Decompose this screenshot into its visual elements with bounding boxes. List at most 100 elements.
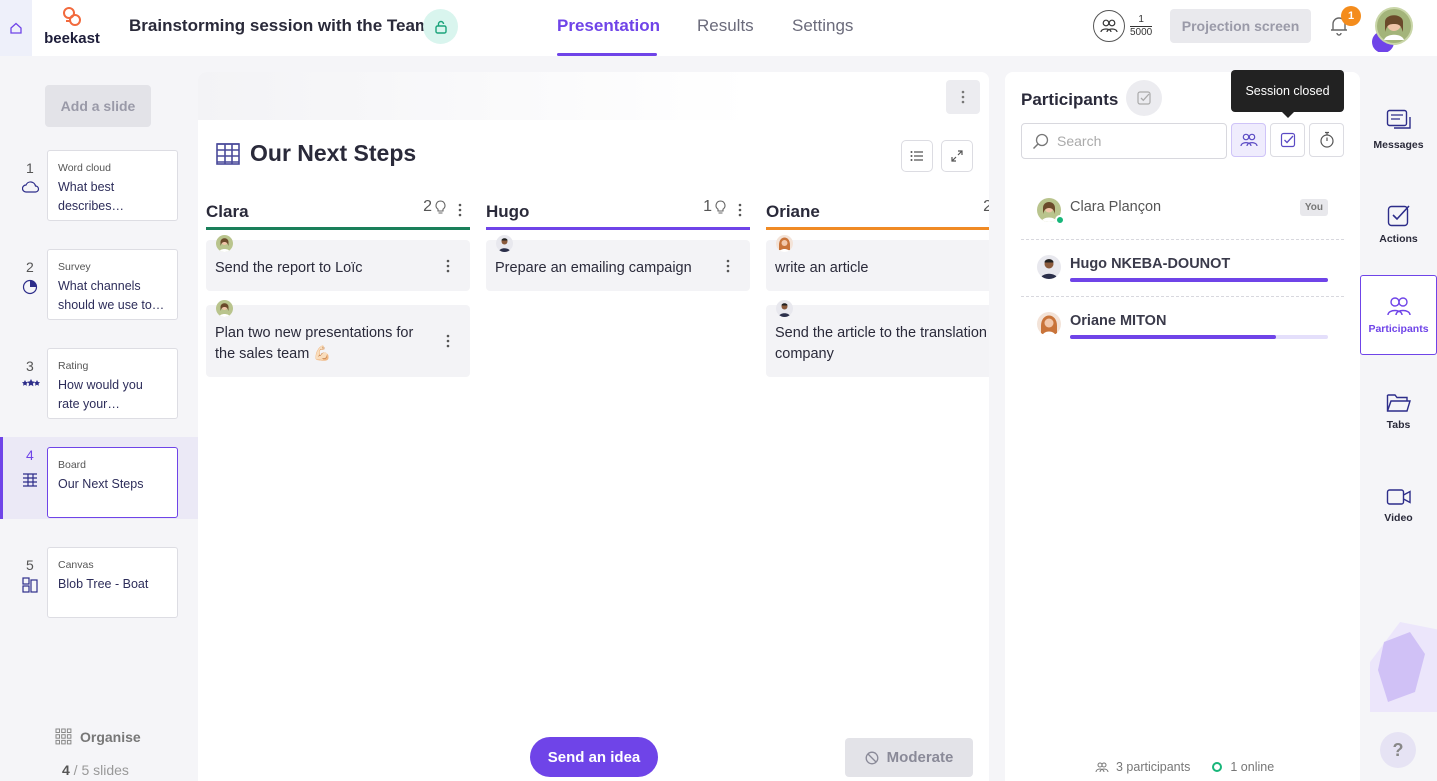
rail-actions[interactable]: Actions [1360,184,1437,264]
slide-item-3[interactable]: 3 Rating How would you rate your Beekast… [0,348,198,420]
participant-row[interactable]: Oriane MITON [1021,297,1344,354]
list-view-button[interactable] [901,140,933,172]
participant-row[interactable]: Clara Plançon You [1021,183,1344,240]
top-bar: beekast Brainstorming session with the T… [0,0,1437,56]
slide-type: Canvas [58,559,94,571]
idea-text: Send the article to the translation comp… [775,325,987,362]
idea-menu-button[interactable] [726,259,730,273]
participant-avatar [1037,312,1061,336]
search-input[interactable] [1057,133,1207,149]
participant-name: Hugo NKEBA-DOUNOT [1070,256,1231,272]
slide-title: What best describes Beekas… [58,180,115,213]
column-menu-button[interactable] [458,203,462,217]
actions-checkbox-icon [1387,203,1411,233]
slide-card[interactable]: Rating How would you rate your Beekast… [47,348,178,419]
idea-menu-button[interactable] [446,334,450,348]
count-value: 2 [423,198,432,215]
slide-title: What channels should we use to… [58,279,165,312]
participant-search[interactable] [1021,123,1227,159]
idea-text: Prepare an emailing campaign [495,260,692,276]
idea-text: Plan two new presentations for the sales… [215,325,414,362]
rail-label: Video [1384,512,1413,524]
participant-row[interactable]: Hugo NKEBA-DOUNOT [1021,240,1344,297]
slide-card[interactable]: Survey What channels should we use to… [47,249,178,320]
column-count: 2 [423,198,446,216]
slide-item-1[interactable]: 1 Word cloud What best describes Beekas… [0,150,198,222]
idea-card[interactable]: Send the article to the translation comp… [766,300,989,377]
column-menu-button[interactable] [738,203,742,217]
rail-label: Participants [1368,323,1429,335]
rail-participants[interactable]: Participants [1360,275,1437,355]
fullscreen-button[interactable] [941,140,973,172]
slide-counter: 4 / 5 slides [62,762,129,778]
organise-label: Organise [80,728,141,745]
help-button[interactable]: ? [1380,732,1416,768]
home-button[interactable] [0,0,32,56]
session-title: Brainstorming session with the Team [129,16,431,35]
validate-button[interactable] [1126,80,1162,116]
tab-settings[interactable]: Settings [792,16,853,36]
organise-button[interactable]: Organise [55,728,141,745]
idea-text: Send the report to Loïc [215,260,363,276]
session-lock-button[interactable] [423,9,458,44]
tab-presentation[interactable]: Presentation [557,16,660,36]
idea-text: write an article [775,260,869,276]
board-icon [216,142,240,165]
moderate-button[interactable]: Moderate [845,738,973,777]
slide-number: 3 [26,358,34,374]
canvas-icon [22,577,40,593]
rail-video[interactable]: Video [1360,466,1437,546]
filter-completed-button[interactable] [1270,123,1305,157]
author-avatar [496,235,513,252]
stopwatch-icon [1319,131,1335,149]
grid-icon [55,728,80,745]
slide-item-4[interactable]: 4 Board Our Next Steps [0,437,198,519]
idea-card[interactable]: Plan two new presentations for the sales… [206,300,470,377]
board-menu-button[interactable] [946,80,980,114]
lightbulb-icon [712,199,726,215]
online-status-dot [1055,215,1065,225]
slide-number: 2 [26,259,34,275]
logo-text: beekast [44,30,100,47]
online-indicator-icon [1212,762,1223,772]
slide-item-2[interactable]: 2 Survey What channels should we use to… [0,249,198,321]
idea-menu-button[interactable] [446,259,450,273]
column-name: Oriane [766,201,820,221]
slide-title: How would you rate your Beekast… [58,378,143,411]
filter-timer-button[interactable] [1309,123,1344,157]
list-icon [910,150,924,162]
check-icon [1136,90,1152,106]
user-avatar[interactable] [1368,6,1414,52]
participant-progress-bar [1070,278,1328,282]
author-avatar [216,235,233,252]
tab-results[interactable]: Results [697,16,754,36]
moderate-label: Moderate [886,749,954,766]
filter-participants-button[interactable] [1231,123,1266,157]
messages-icon [1386,109,1412,139]
idea-card[interactable]: write an article [766,235,989,291]
projection-screen-button[interactable]: Projection screen [1170,9,1311,43]
slide-item-5[interactable]: 5 Canvas Blob Tree - Boat [0,547,198,619]
participant-avatar [1037,255,1061,279]
slide-card[interactable]: Canvas Blob Tree - Boat [47,547,178,618]
add-slide-button[interactable]: Add a slide [45,85,151,127]
progress-fill [1070,278,1328,282]
send-idea-button[interactable]: Send an idea [530,737,658,777]
idea-card[interactable]: Prepare an emailing campaign [486,235,750,291]
participant-counter[interactable]: 1 5000 [1093,9,1155,43]
idea-card[interactable]: Send the report to Loïc [206,235,470,291]
beekast-logo[interactable]: beekast [42,6,102,50]
expand-icon [951,150,963,162]
online-count: 1 online [1230,760,1275,774]
slide-card[interactable]: Board Our Next Steps [47,447,178,518]
slides-panel: Add a slide 1 Word cloud What best descr… [0,56,198,781]
rail-messages[interactable]: Messages [1360,90,1437,170]
participants-current: 1 [1130,14,1153,27]
slide-card[interactable]: Word cloud What best describes Beekas… [47,150,178,221]
rail-tabs[interactable]: Tabs [1360,372,1437,452]
column-header: Hugo 1 [486,196,750,230]
total-slides: / 5 slides [69,762,129,778]
author-avatar [216,300,233,317]
progress-fill [1070,335,1277,339]
board-column-hugo: Hugo 1 Prepare an emailing campaign [486,196,750,291]
